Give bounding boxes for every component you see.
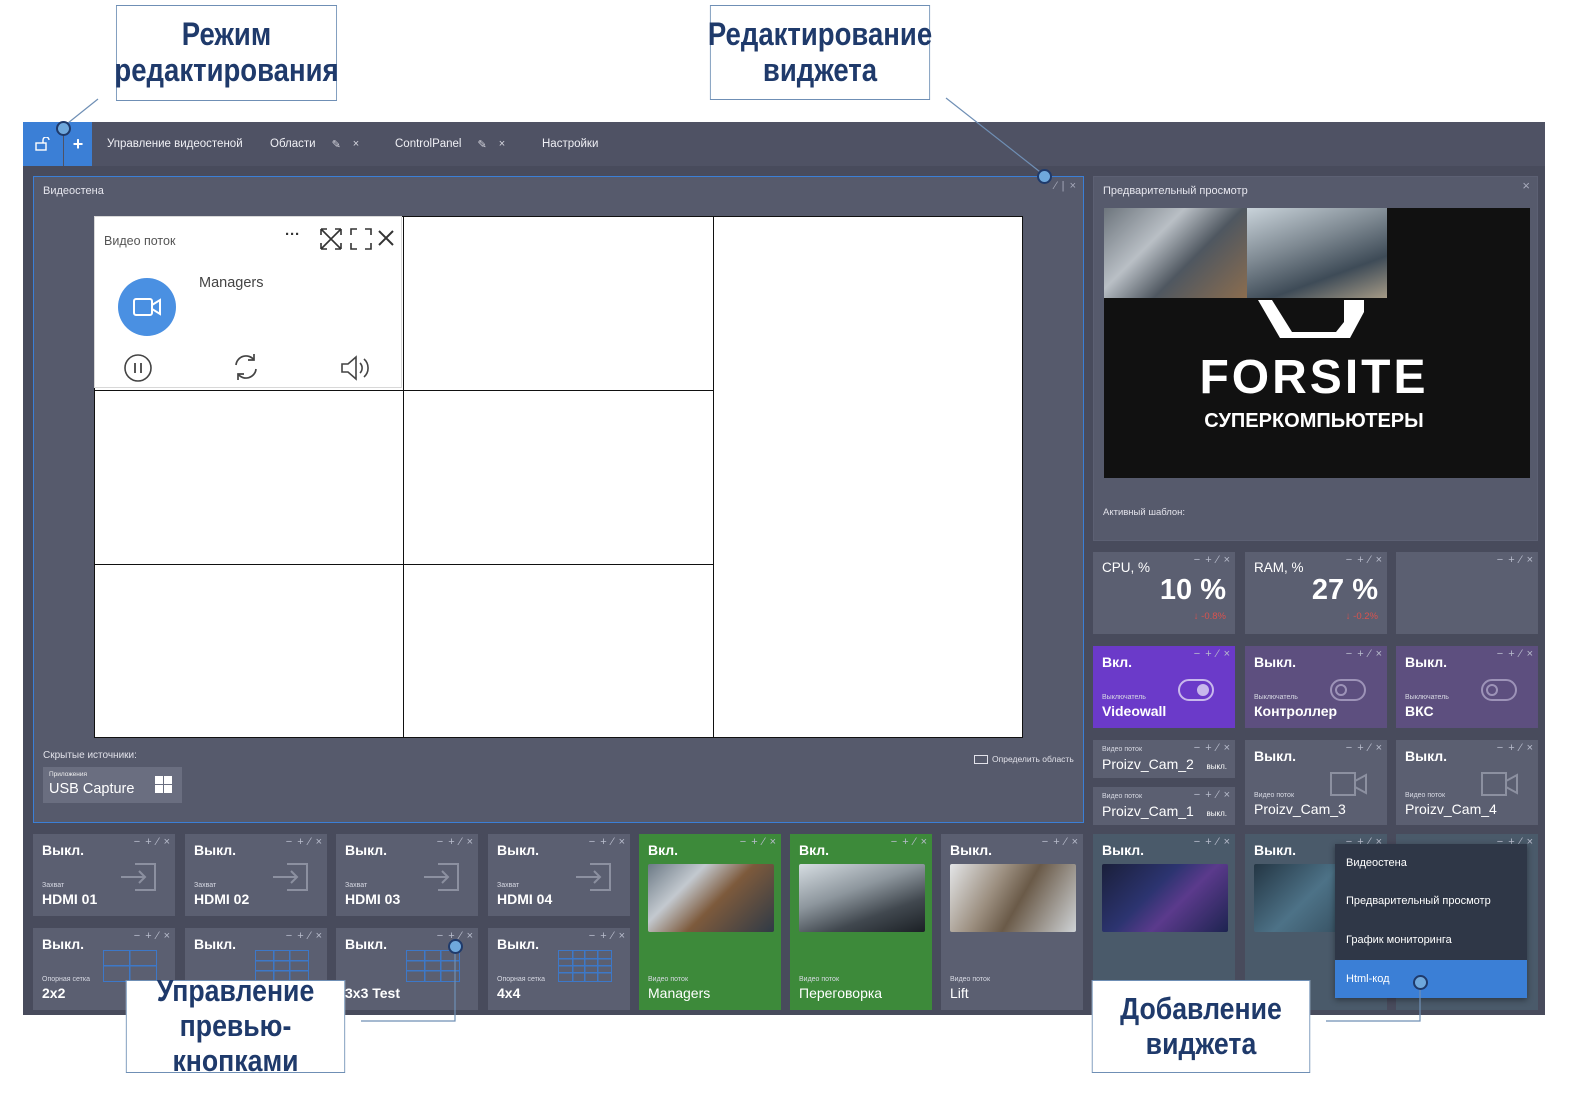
callout-pin [1413, 975, 1428, 990]
callout-pin [448, 939, 463, 954]
callout-preview-buttons: Управление превью-кнопками [125, 974, 346, 1078]
callout-pin [56, 121, 71, 136]
callout-leaders [62, 97, 1421, 1022]
callout-add-widget: Добавление виджета [1091, 980, 1311, 1073]
callout-pin [1037, 169, 1052, 184]
